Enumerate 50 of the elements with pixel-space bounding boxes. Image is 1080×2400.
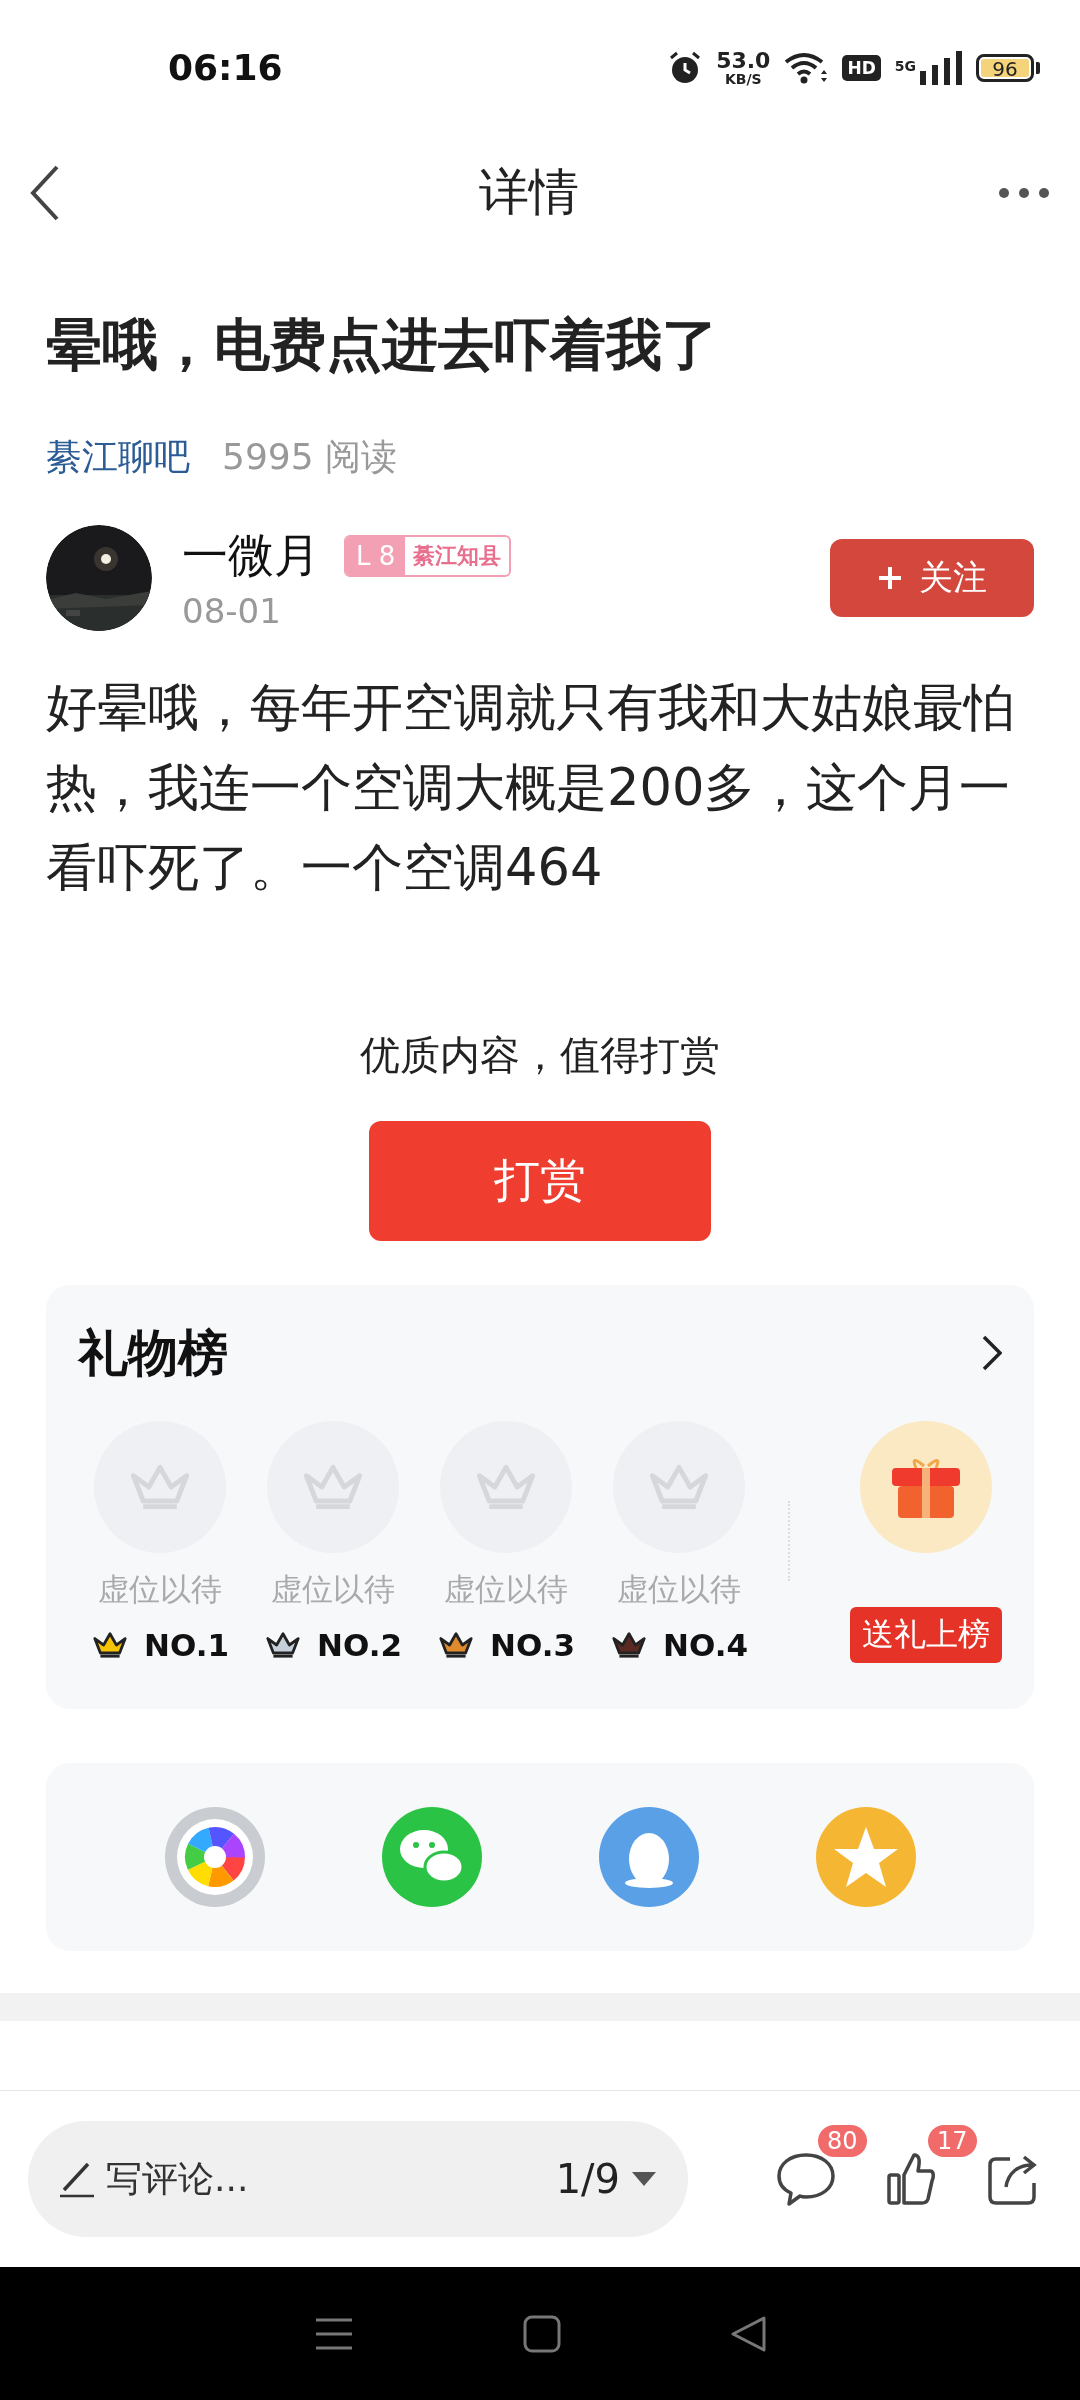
back-icon[interactable] <box>729 2314 766 2353</box>
follow-button[interactable]: 关注 <box>830 539 1034 617</box>
read-count: 5995 阅读 <box>222 435 398 479</box>
dropdown-icon[interactable] <box>630 2170 658 2188</box>
pencil-icon <box>58 2160 96 2198</box>
slot-label: 虚位以待 <box>270 1570 395 1609</box>
speed-unit: KB/S <box>724 71 762 86</box>
plus-icon <box>877 565 903 591</box>
slot-label: 虚位以待 <box>443 1570 568 1609</box>
menu-icon[interactable] <box>314 2316 355 2351</box>
author-name[interactable]: 一微月 <box>182 525 320 587</box>
reward-prompt: 优质内容，值得打赏 <box>359 1031 721 1080</box>
level-badge: L 8 綦江知县 <box>344 535 512 577</box>
post-body: 好晕哦，每年开空调就只有我和大姑娘最怕热，我连一个空调大概是200多，这个月一看吓死了。一个空调464 <box>46 677 1016 899</box>
comment-field[interactable]: 写评论... 1/9 <box>28 2121 688 2237</box>
page-title: 详情 <box>479 162 579 223</box>
like-count: 17 <box>928 2125 977 2157</box>
speed-value: 53.0 <box>716 49 771 72</box>
wifi-icon <box>784 51 829 84</box>
crown-icon <box>263 1629 303 1661</box>
rank-label: NO.2 <box>317 1627 402 1663</box>
send-gift-button[interactable]: 送礼上榜 <box>850 1607 1002 1663</box>
chevron-right-icon[interactable] <box>982 1335 1002 1371</box>
penguin-icon[interactable] <box>598 1807 699 1907</box>
hd-badge: HD <box>842 54 881 81</box>
comment-icon[interactable] <box>776 2151 836 2207</box>
signal-icon <box>920 50 962 85</box>
more-icon[interactable] <box>998 186 1050 199</box>
crown-icon <box>436 1629 476 1661</box>
reward-button[interactable]: 打赏 <box>369 1121 711 1241</box>
network-type: 5G <box>894 57 916 74</box>
crown-icon <box>90 1629 130 1661</box>
gift-board-title: 礼物榜 <box>78 1322 228 1384</box>
post-title: 晕哦，电费点进去吓着我了 <box>46 311 719 379</box>
clock-time: 06:16 <box>168 47 283 88</box>
alarm-icon <box>668 50 703 85</box>
rank-label: NO.1 <box>144 1627 229 1663</box>
thumbs-up-icon[interactable] <box>886 2151 936 2207</box>
rank-label: NO.4 <box>663 1627 748 1663</box>
page-indicator[interactable]: 1/9 <box>555 2156 620 2202</box>
home-icon[interactable] <box>523 2314 561 2353</box>
back-icon[interactable] <box>30 164 60 221</box>
rank-label: NO.3 <box>490 1627 575 1663</box>
slot-label: 虚位以待 <box>97 1570 222 1609</box>
forum-link[interactable]: 綦江聊吧 <box>46 433 190 482</box>
comment-count: 80 <box>818 2125 867 2157</box>
slot-label: 虚位以待 <box>616 1570 741 1609</box>
aperture-icon[interactable] <box>164 1807 265 1907</box>
crown-icon <box>609 1629 649 1661</box>
post-date: 08-01 <box>182 591 282 631</box>
